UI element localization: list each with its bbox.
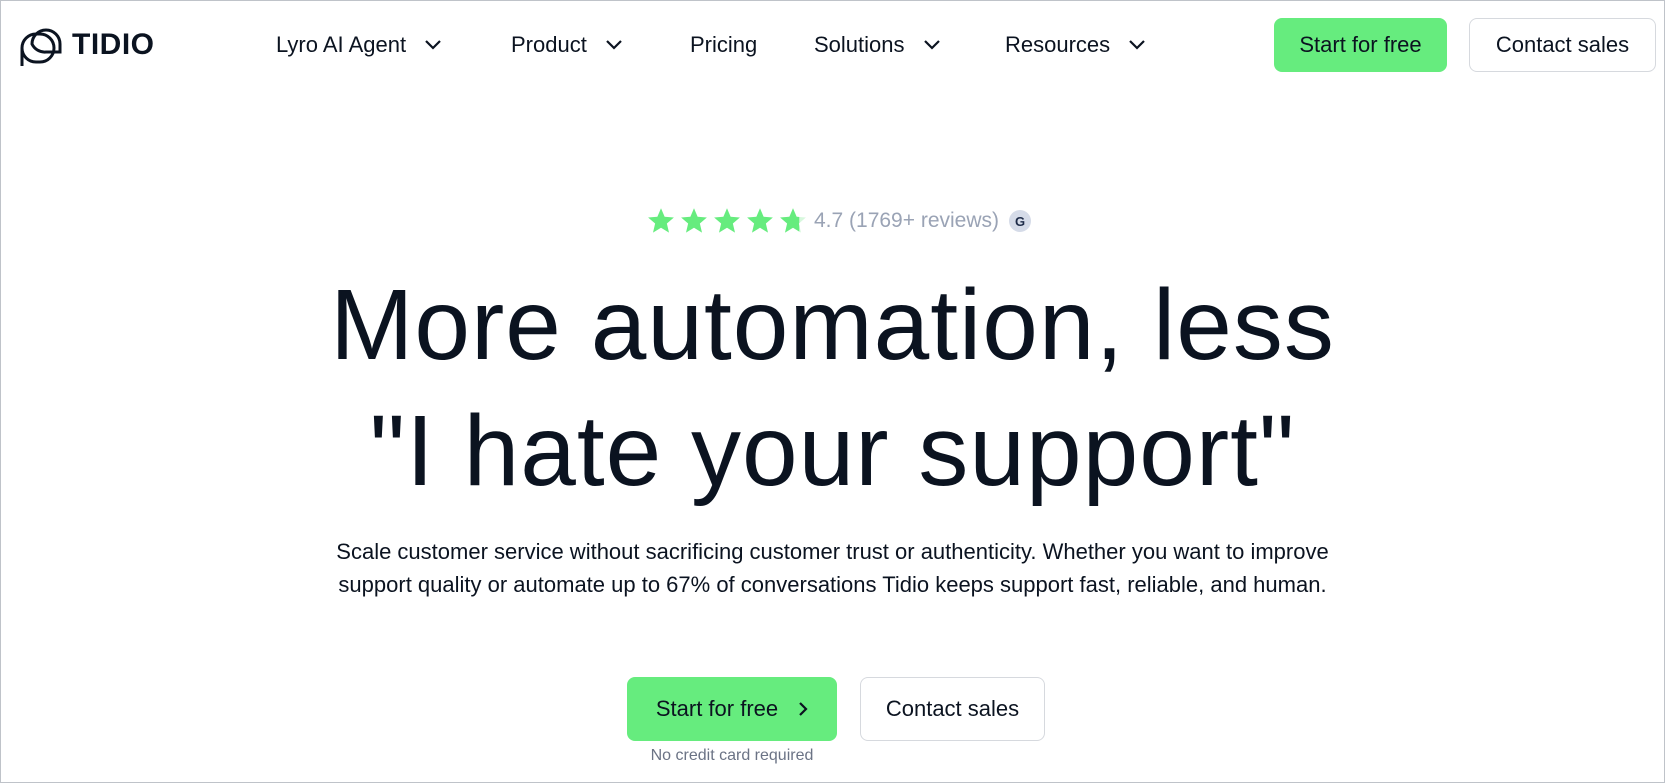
nav-item-label: Solutions [814,32,905,57]
nav-item-label: Resources [1005,32,1111,57]
nav-item-solutions[interactable]: Solutions [814,30,941,60]
review-rating: 4.7 (1769+ reviews) G [646,206,1032,236]
tidio-logo[interactable]: TIDIO [18,22,155,68]
nav-contact-sales-button[interactable]: Contact sales [1469,18,1656,72]
chevron-down-icon [1129,40,1145,50]
headline-line-1: More automation, less [330,269,1335,381]
g2-badge-icon[interactable]: G [1009,210,1032,232]
headline-line-2: "I hate your support" [369,395,1296,507]
top-navigation: TIDIO Lyro AI Agent Product Pricing Solu… [0,0,1665,92]
star-icon [648,208,674,233]
hero-start-free-button[interactable]: Start for free [627,677,837,741]
star-icon [714,208,740,233]
chevron-down-icon [923,40,940,50]
nav-item-lyro-ai-agent[interactable]: Lyro AI Agent [276,30,442,60]
hero-headline: More automation, less "I hate your suppo… [0,262,1665,514]
subtext-line-2: support quality or automate up to 67% of… [338,572,1327,597]
rating-text: 4.7 (1769+ reviews) [814,209,1000,232]
nav-start-free-button[interactable]: Start for free [1274,18,1447,72]
no-credit-card-note: No credit card required [650,747,814,764]
nav-item-pricing[interactable]: Pricing [690,30,757,60]
chevron-down-icon [425,40,441,50]
hero-subtext: Scale customer service without sacrifici… [0,535,1665,601]
tidio-logo-icon [20,28,62,66]
hero-contact-sales-button[interactable]: Contact sales [860,677,1045,741]
nav-item-label: Lyro AI Agent [276,32,407,57]
nav-item-label: Product [511,32,587,57]
star-rating [646,206,808,236]
star-icon [747,208,773,233]
chevron-down-icon [606,40,622,50]
nav-item-label: Pricing [690,32,758,57]
nav-item-product[interactable]: Product [511,30,623,60]
brand-name: TIDIO [72,28,155,61]
button-label: Start for free [655,696,779,721]
chevron-right-icon [799,702,808,716]
partial-star-icon [780,208,806,233]
nav-item-resources[interactable]: Resources [1005,30,1146,60]
star-icon [681,208,707,233]
subtext-line-1: Scale customer service without sacrifici… [336,539,1329,564]
